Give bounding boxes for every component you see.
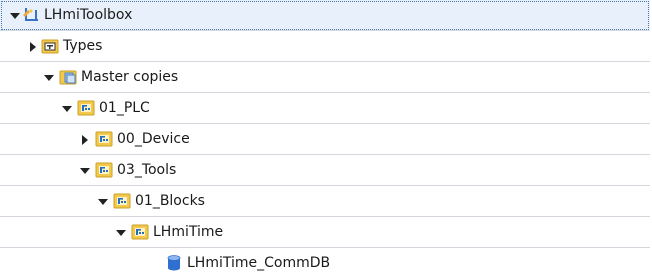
collapse-arrow-icon[interactable] (62, 104, 72, 114)
tree-item-label: LHmiTime (153, 224, 224, 240)
folder-icon (77, 99, 95, 117)
tree-item-01-blocks[interactable]: 01_Blocks (0, 186, 650, 217)
tree-item-label: LHmiToolbox (44, 7, 133, 23)
collapse-arrow-icon[interactable] (116, 228, 126, 238)
folder-icon (113, 192, 131, 210)
collapse-arrow-icon[interactable] (98, 197, 108, 207)
tree-item-label: 03_Tools (117, 162, 177, 178)
tree-item-master-copies[interactable]: Master copies (0, 62, 650, 93)
master-copies-folder-icon (59, 68, 77, 86)
collapse-arrow-icon[interactable] (80, 166, 90, 176)
tree-item-lhmitoolbox[interactable]: LHmiToolbox (0, 0, 650, 31)
tree-item-lhmitime-commdb[interactable]: LHmiTime_CommDB (0, 248, 650, 279)
expand-arrow-icon[interactable] (28, 42, 38, 52)
folder-icon (131, 223, 149, 241)
tree-item-01-plc[interactable]: 01_PLC (0, 93, 650, 124)
collapse-arrow-icon[interactable] (10, 11, 20, 21)
tree-item-lhmitime[interactable]: LHmiTime (0, 217, 650, 248)
tree-item-label: 01_PLC (99, 100, 150, 116)
folder-icon (95, 130, 113, 148)
data-block-icon (165, 254, 183, 272)
types-folder-icon (41, 37, 59, 55)
tree-item-label: Master copies (81, 69, 179, 85)
tree-item-label: LHmiTime_CommDB (187, 255, 331, 271)
tree-item-label: Types (63, 38, 103, 54)
tree-item-label: 01_Blocks (135, 193, 205, 209)
tree-item-00-device[interactable]: 00_Device (0, 124, 650, 155)
tree-item-types[interactable]: Types (0, 31, 650, 62)
collapse-arrow-icon[interactable] (44, 73, 54, 83)
tree-item-label: 00_Device (117, 131, 190, 147)
tree-item-03-tools[interactable]: 03_Tools (0, 155, 650, 186)
folder-icon (95, 161, 113, 179)
library-icon (22, 6, 40, 24)
library-tree: LHmiToolbox Types Master copies 01_PLC 0… (0, 0, 652, 278)
expand-arrow-icon[interactable] (80, 135, 90, 145)
